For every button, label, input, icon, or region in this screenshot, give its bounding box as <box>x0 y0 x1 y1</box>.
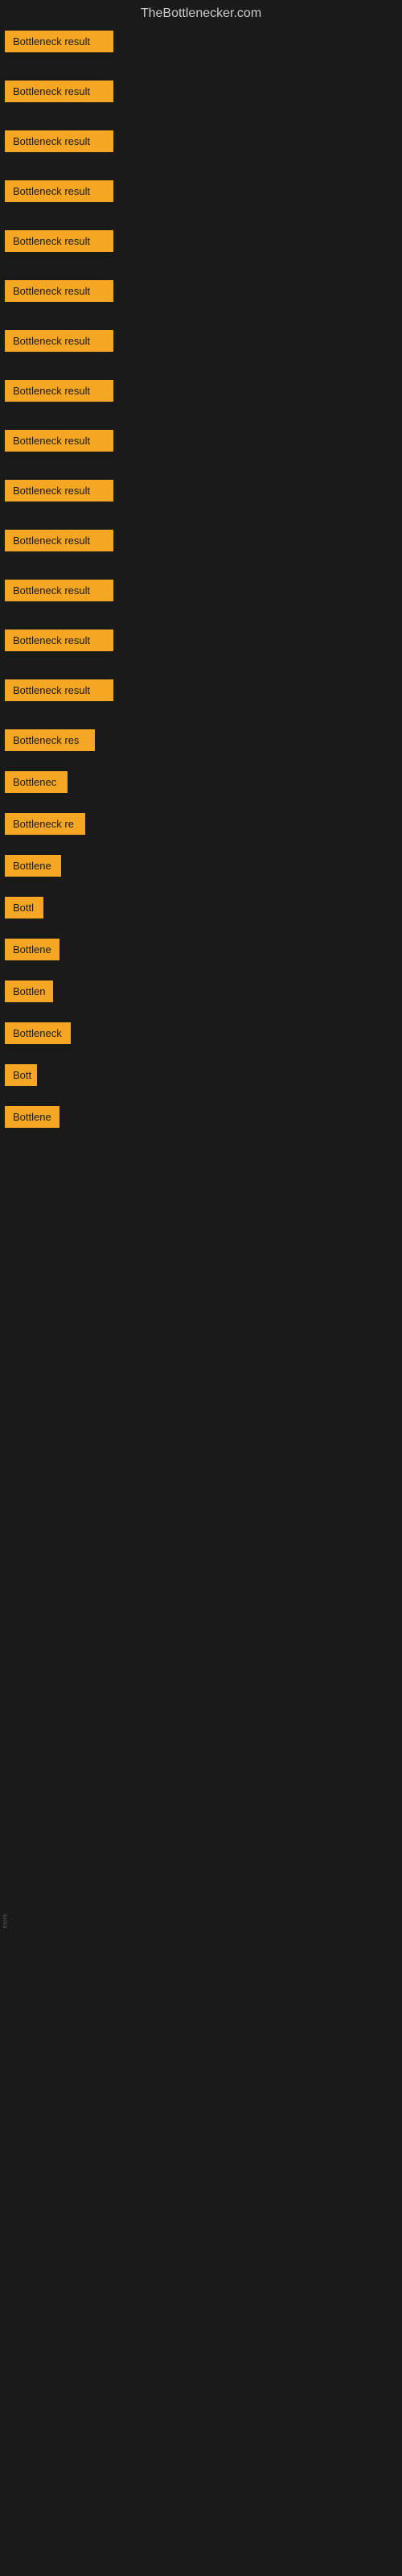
list-item[interactable]: Bottleneck result <box>0 427 402 459</box>
bottleneck-result-label: Bottleneck re <box>5 813 85 835</box>
bottleneck-result-label: Bottleneck result <box>5 180 113 202</box>
bottleneck-result-label: Bottleneck result <box>5 430 113 452</box>
list-item[interactable]: Bottlene <box>0 935 402 968</box>
bottleneck-result-label: Bottleneck result <box>5 31 113 52</box>
bottleneck-result-label: Bottleneck result <box>5 530 113 551</box>
bottleneck-result-label: Bottlene <box>5 855 61 877</box>
list-item[interactable]: Bottl <box>0 894 402 926</box>
bottleneck-result-label: Bottlene <box>5 1106 59 1128</box>
footer-label: more <box>2 1913 9 1928</box>
list-item[interactable]: Bottleneck result <box>0 526 402 559</box>
list-item[interactable]: Bottleneck result <box>0 327 402 359</box>
list-item[interactable]: Bottleneck <box>0 1019 402 1051</box>
bottleneck-result-label: Bottlen <box>5 980 53 1002</box>
bottleneck-result-label: Bottleneck result <box>5 230 113 252</box>
list-item[interactable]: Bottleneck result <box>0 277 402 309</box>
bottleneck-result-label: Bottleneck result <box>5 130 113 152</box>
bottleneck-result-label: Bottlene <box>5 939 59 960</box>
bottleneck-result-label: Bottleneck <box>5 1022 71 1044</box>
list-item[interactable]: Bottleneck result <box>0 227 402 259</box>
list-item[interactable]: Bottleneck result <box>0 77 402 109</box>
bottleneck-result-label: Bott <box>5 1064 37 1086</box>
list-item[interactable]: Bottleneck result <box>0 377 402 409</box>
bottleneck-result-label: Bottleneck result <box>5 330 113 352</box>
list-item[interactable]: Bottleneck result <box>0 676 402 708</box>
list-item[interactable]: Bottlene <box>0 1103 402 1135</box>
list-item[interactable]: Bottlen <box>0 977 402 1009</box>
bottleneck-result-label: Bottleneck result <box>5 380 113 402</box>
list-item[interactable]: Bottleneck result <box>0 27 402 60</box>
list-item[interactable]: Bottleneck result <box>0 127 402 159</box>
list-item[interactable]: Bottlenec <box>0 768 402 800</box>
bottleneck-result-label: Bottleneck result <box>5 630 113 651</box>
bottleneck-result-label: Bottleneck result <box>5 280 113 302</box>
list-item[interactable]: Bottleneck re <box>0 810 402 842</box>
list-item[interactable]: Bottlene <box>0 852 402 884</box>
list-item[interactable]: Bottleneck result <box>0 477 402 509</box>
list-item[interactable]: Bottleneck result <box>0 576 402 609</box>
bottleneck-result-label: Bottl <box>5 897 43 919</box>
list-item[interactable]: Bottleneck result <box>0 626 402 658</box>
bottleneck-result-label: Bottleneck result <box>5 480 113 502</box>
list-item[interactable]: Bottleneck res <box>0 726 402 758</box>
bottleneck-list: Bottleneck result Bottleneck result Bottle… <box>0 27 402 1145</box>
list-item[interactable]: Bott <box>0 1061 402 1093</box>
bottleneck-result-label: Bottleneck res <box>5 729 95 751</box>
site-title: TheBottlenecker.com <box>0 0 402 27</box>
list-item[interactable]: Bottleneck result <box>0 177 402 209</box>
bottleneck-result-label: Bottleneck result <box>5 580 113 601</box>
bottleneck-result-label: Bottleneck result <box>5 80 113 102</box>
bottleneck-result-label: Bottleneck result <box>5 679 113 701</box>
bottleneck-result-label: Bottlenec <box>5 771 68 793</box>
